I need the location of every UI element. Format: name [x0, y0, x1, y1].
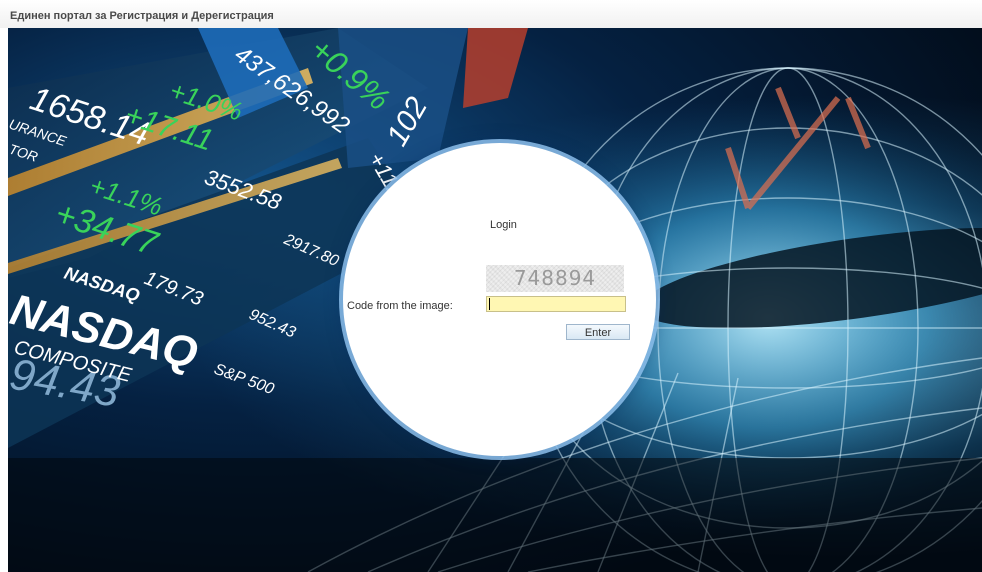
- portal-title: Единен портал за Регистрация и Дерегистр…: [10, 10, 274, 22]
- ticker-panel: [463, 28, 528, 108]
- ticker-value: 952.43: [246, 306, 298, 341]
- bottom-shade: [8, 458, 982, 572]
- captcha-code-input[interactable]: [486, 296, 626, 312]
- ticker-label: S&P 500: [212, 361, 277, 398]
- portal-header: Единен портал за Регистрация и Дерегистр…: [0, 0, 982, 28]
- captcha-image: 748894: [486, 265, 624, 292]
- login-title: Login: [490, 219, 517, 231]
- enter-button[interactable]: Enter: [566, 324, 630, 340]
- code-label: Code from the image:: [347, 300, 453, 312]
- text-caret: [489, 298, 490, 310]
